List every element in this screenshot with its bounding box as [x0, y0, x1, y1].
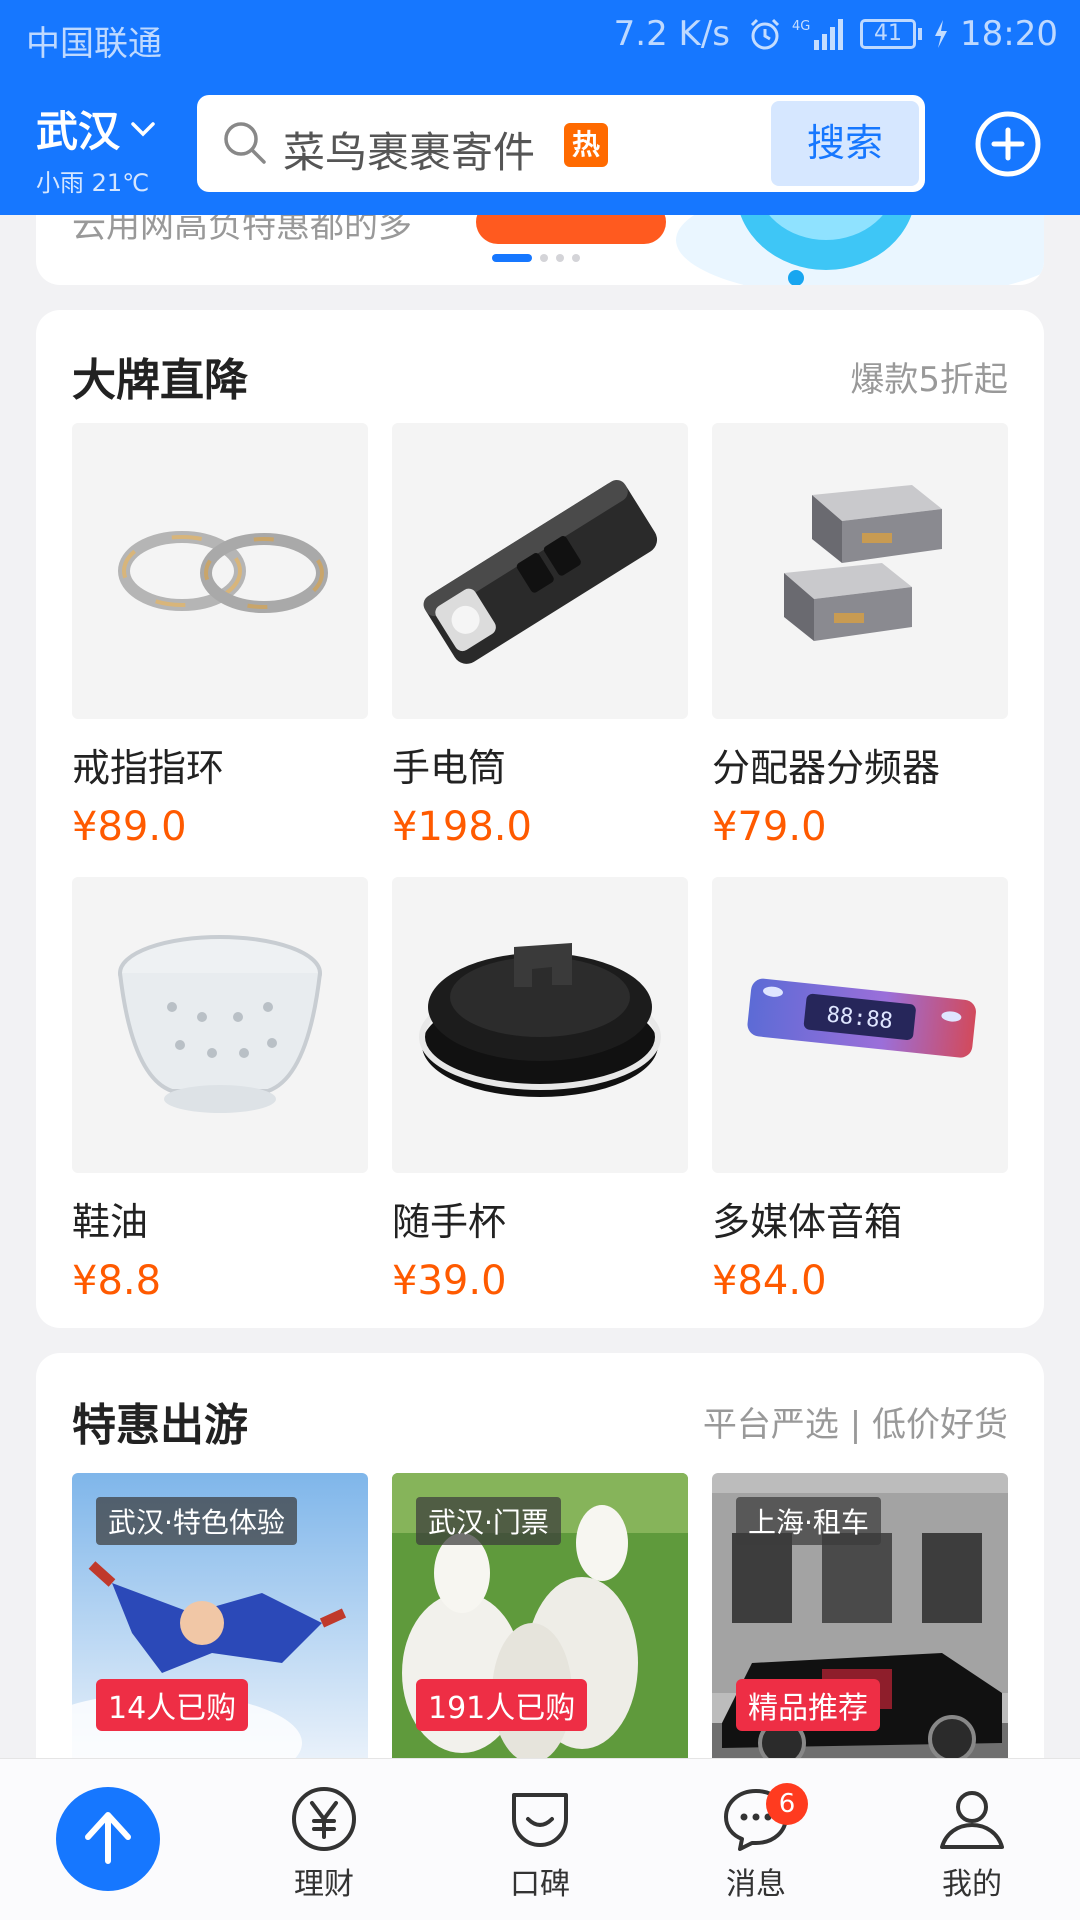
section-title: 特惠出游 — [72, 1400, 248, 1451]
speaker-icon: 88:88 — [747, 978, 976, 1058]
nav-label: 理财 — [294, 1867, 354, 1902]
brand-deals-section: 大牌直降 爆款5折起 戒指指环 ¥89.0 手电筒 ¥198.0 分配器分频器 … — [36, 310, 1044, 1328]
city-name: 武汉 — [36, 107, 121, 156]
carrier-label: 中国联通 — [26, 24, 162, 64]
trip-location-tag: 武汉·特色体验 — [96, 1497, 297, 1545]
product-card[interactable]: 随手杯 ¥39.0 — [392, 877, 688, 1304]
nav-label: 我的 — [942, 1867, 1002, 1902]
search-icon — [224, 122, 266, 164]
net-speed: 7.2 K/s — [613, 14, 731, 54]
battery-tip — [918, 28, 923, 40]
message-count-badge: 6 — [766, 1783, 808, 1825]
section-title: 大牌直降 — [72, 355, 248, 406]
chevron-down-icon — [131, 121, 155, 136]
product-price: ¥8.8 — [72, 1258, 162, 1304]
product-price: ¥198.0 — [392, 804, 532, 850]
search-input[interactable]: 菜鸟裹裹寄件 热 搜索 — [197, 95, 925, 192]
bottom-navigation: 理财 口碑 6 消息 我的 — [0, 1758, 1080, 1920]
ring-pair-icon — [118, 531, 328, 613]
weather-label: 小雨 21℃ — [36, 169, 150, 197]
product-name: 多媒体音箱 — [712, 1200, 903, 1244]
plus-circle-icon[interactable] — [974, 110, 1042, 178]
product-name: 手电筒 — [392, 746, 507, 790]
status-bar: 中国联通 7.2 K/s 4G 41 18:20 — [0, 0, 1080, 75]
hot-badge: 热 — [564, 123, 608, 167]
clock: 18:20 — [960, 14, 1058, 54]
product-card[interactable]: 分配器分频器 ¥79.0 — [712, 423, 1008, 850]
nav-item-profile[interactable]: 我的 — [912, 1783, 1032, 1903]
product-image — [712, 423, 1008, 719]
section-subtitle[interactable]: 平台严选 | 低价好货 — [703, 1397, 1008, 1446]
product-image — [72, 423, 368, 719]
product-price: ¥84.0 — [712, 1258, 827, 1304]
product-image — [392, 423, 688, 719]
status-icons: 7.2 K/s 4G 41 18:20 — [614, 14, 1058, 54]
product-image — [392, 877, 688, 1173]
nav-item-messages[interactable]: 6 消息 — [696, 1783, 816, 1903]
trip-location-tag: 武汉·门票 — [416, 1497, 561, 1545]
product-card[interactable]: 鞋油 ¥8.8 — [72, 877, 368, 1304]
product-card[interactable]: 88:88 多媒体音箱 ¥84.0 — [712, 877, 1008, 1304]
product-name: 戒指指环 — [72, 746, 225, 790]
carousel-dot — [556, 254, 564, 262]
cup-lid-icon — [419, 943, 661, 1097]
trip-card[interactable]: 武汉·门票 191人已购 — [392, 1473, 688, 1773]
product-price: ¥79.0 — [712, 804, 827, 850]
strainer-icon — [118, 935, 322, 1113]
nav-label: 口碑 — [510, 1867, 570, 1902]
city-selector[interactable]: 武汉 小雨 21℃ — [36, 98, 158, 198]
carousel-dot — [540, 254, 548, 262]
flashlight-icon — [423, 480, 658, 664]
search-placeholder: 菜鸟裹裹寄件 — [283, 128, 536, 177]
product-image: 88:88 — [712, 877, 1008, 1173]
trip-sales-badge: 精品推荐 — [736, 1679, 880, 1731]
nav-label: 消息 — [726, 1867, 786, 1902]
carousel-dot — [572, 254, 580, 262]
product-name: 鞋油 — [72, 1200, 149, 1244]
trip-card[interactable]: 上海·租车 精品推荐 — [712, 1473, 1008, 1773]
product-name: 分配器分频器 — [712, 746, 941, 790]
trip-sales-badge: 191人已购 — [416, 1679, 588, 1731]
product-card[interactable]: 戒指指环 ¥89.0 — [72, 423, 368, 850]
alarm-icon — [750, 18, 780, 50]
koubei-icon — [512, 1793, 568, 1847]
nav-item-koubei[interactable]: 口碑 — [480, 1783, 600, 1903]
battery-indicator: 41 — [860, 19, 923, 49]
arrow-up-icon — [85, 1812, 131, 1864]
search-button[interactable]: 搜索 — [771, 101, 919, 186]
section-subtitle[interactable]: 爆款5折起 — [850, 352, 1008, 401]
battery-level: 41 — [860, 19, 917, 49]
splitter-icon — [784, 485, 942, 641]
signal-icon: 4G — [792, 19, 844, 50]
top-header: 中国联通 7.2 K/s 4G 41 18:20 武汉 小雨 21℃ 菜鸟裹裹寄… — [0, 0, 1080, 215]
trip-card[interactable]: 武汉·特色体验 14人已购 — [72, 1473, 368, 1773]
product-card[interactable]: 手电筒 ¥198.0 — [392, 423, 688, 850]
carousel-dot-active — [492, 254, 532, 262]
nav-item-finance[interactable]: 理财 — [264, 1783, 384, 1903]
product-price: ¥89.0 — [72, 804, 187, 850]
charging-icon — [935, 20, 948, 48]
carousel-dots — [492, 254, 580, 262]
product-image — [72, 877, 368, 1173]
product-price: ¥39.0 — [392, 1258, 507, 1304]
user-icon — [940, 1791, 1004, 1849]
yen-icon — [292, 1787, 356, 1851]
svg-text:4G: 4G — [792, 19, 810, 34]
back-to-top-button[interactable] — [56, 1787, 160, 1891]
trip-location-tag: 上海·租车 — [736, 1497, 881, 1545]
trip-sales-badge: 14人已购 — [96, 1679, 249, 1731]
product-name: 随手杯 — [392, 1200, 507, 1244]
